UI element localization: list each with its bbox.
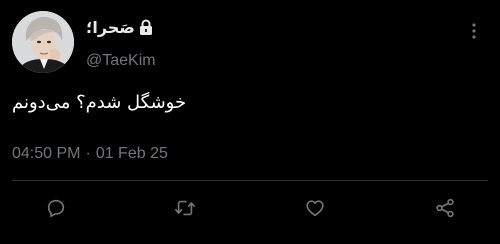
more-vertical-icon[interactable]: [468, 22, 480, 40]
retweet-button[interactable]: [170, 193, 200, 223]
tweet-time: 04:50 PM: [12, 145, 81, 162]
heart-icon: [306, 200, 324, 217]
tweet-actions: [0, 193, 500, 223]
avatar-image: [12, 11, 74, 73]
like-button[interactable]: [300, 193, 330, 223]
tweet-text: خوشگل شدم؟ می‌دونم: [12, 92, 187, 113]
tweet-timestamp[interactable]: 04:50 PM · 01 Feb 25: [12, 145, 168, 163]
reply-button[interactable]: [41, 193, 71, 223]
timestamp-separator: ·: [85, 145, 91, 162]
share-icon: [436, 198, 454, 218]
tweet-card: صَحرا؛ @TaeKim خوشگل شدم؟ می‌دونم 04:50 …: [0, 0, 500, 244]
avatar[interactable]: [12, 11, 74, 73]
author-handle[interactable]: @TaeKim: [86, 52, 156, 70]
tweet-date: 01 Feb 25: [95, 145, 168, 162]
retweet-icon: [175, 200, 195, 216]
author-name-row: صَحرا؛: [86, 15, 153, 39]
share-button[interactable]: [430, 193, 460, 223]
display-name[interactable]: صَحرا؛: [86, 18, 135, 37]
reply-icon: [47, 199, 65, 218]
lock-icon: [139, 19, 153, 35]
divider: [12, 180, 488, 181]
